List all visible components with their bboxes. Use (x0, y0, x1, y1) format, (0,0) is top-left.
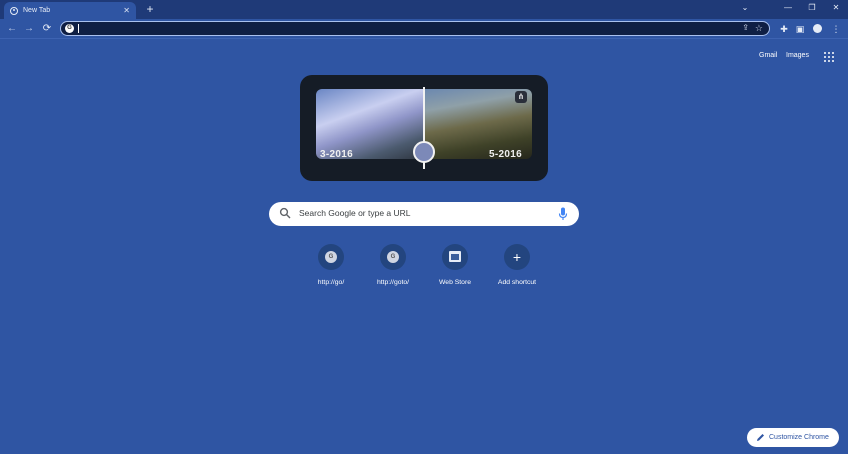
side-panel-icon[interactable]: ▣ (793, 22, 807, 36)
window-controls: — ❐ ✕ (776, 0, 848, 19)
minimize-button[interactable]: — (776, 0, 800, 16)
doodle-date-right: 5-2016 (489, 149, 522, 160)
tab-new-tab[interactable]: New Tab ✕ (4, 2, 136, 19)
gmail-link[interactable]: Gmail (759, 52, 777, 59)
customize-label: Customize Chrome (769, 434, 829, 441)
tab-search-icon[interactable]: ⌄ (738, 1, 752, 15)
shortcut-tile[interactable]: Web Store (425, 244, 485, 286)
extensions-icon[interactable]: ✚ (777, 22, 791, 36)
toolbar: ← → ⟳ G ⇪ ☆ ✚ ▣ ⋮ (0, 19, 848, 39)
shortcut-label: http://goto/ (376, 279, 410, 286)
new-tab-button[interactable]: + (143, 2, 157, 16)
pencil-icon (757, 434, 764, 441)
microphone-icon[interactable] (558, 207, 568, 221)
reload-button[interactable]: ⟳ (40, 22, 54, 36)
chrome-icon (10, 6, 18, 15)
shortcut-tile[interactable]: G http://goto/ (363, 244, 423, 286)
customize-chrome-button[interactable]: Customize Chrome (747, 428, 839, 447)
restore-button[interactable]: ❐ (800, 0, 824, 16)
images-link[interactable]: Images (786, 52, 809, 59)
doodle-date-left: 3-2016 (320, 149, 353, 160)
address-bar[interactable]: G ⇪ ☆ (60, 21, 770, 36)
search-box[interactable]: Search Google or type a URL (269, 202, 579, 226)
add-shortcut-tile[interactable]: + Add shortcut (487, 244, 547, 286)
doodle-share-icon[interactable]: ⋔ (515, 91, 527, 103)
shortcut-icon-circle: G (380, 244, 406, 270)
search-icon (279, 207, 291, 219)
doodle-slider-handle[interactable] (413, 141, 435, 163)
text-caret (78, 24, 79, 33)
profile-avatar-icon[interactable] (813, 24, 822, 33)
close-window-button[interactable]: ✕ (824, 0, 848, 16)
shortcut-label: Add shortcut (497, 279, 537, 286)
menu-kebab-icon[interactable]: ⋮ (829, 22, 843, 36)
bookmark-star-icon[interactable]: ☆ (755, 22, 763, 34)
shortcut-icon-circle: + (504, 244, 530, 270)
shortcut-icon-circle (442, 244, 468, 270)
google-icon: G (65, 24, 74, 33)
web-store-icon (449, 251, 461, 262)
add-icon: + (512, 249, 522, 265)
shortcut-tile[interactable]: G http://go/ (301, 244, 361, 286)
back-button[interactable]: ← (5, 22, 19, 36)
shortcut-label: Web Store (439, 279, 471, 286)
g-favicon-icon: G (387, 251, 399, 263)
tab-title: New Tab (23, 7, 51, 14)
search-input[interactable]: Search Google or type a URL (299, 208, 411, 218)
g-favicon-icon: G (325, 251, 337, 263)
tab-strip: New Tab ✕ + ⌄ — ❐ ✕ (0, 0, 848, 19)
shortcut-label: http://go/ (317, 279, 345, 286)
shortcut-icon-circle: G (318, 244, 344, 270)
google-apps-icon[interactable] (824, 52, 834, 62)
tab-close-icon[interactable]: ✕ (123, 6, 130, 15)
share-icon[interactable]: ⇪ (742, 22, 749, 34)
forward-button[interactable]: → (22, 22, 36, 36)
doodle-card[interactable]: ⋔ 3-2016 5-2016 (300, 75, 548, 181)
